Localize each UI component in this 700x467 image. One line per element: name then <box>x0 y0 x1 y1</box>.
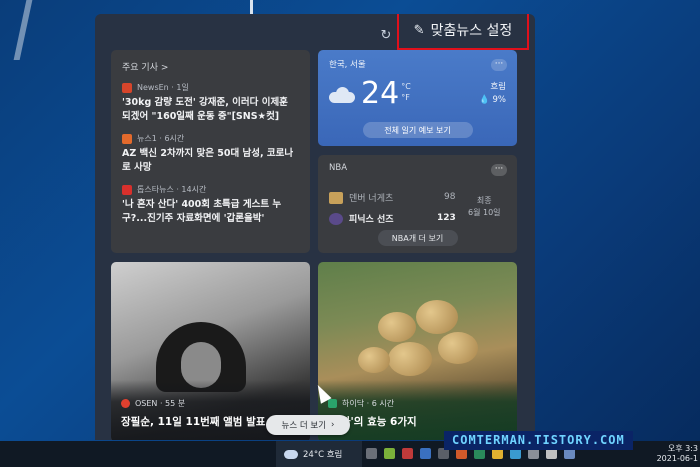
news1-logo-icon <box>122 133 132 144</box>
photo-news-title: '감자'의 효능 6가지 <box>328 416 417 428</box>
tray-icon[interactable] <box>366 448 377 459</box>
potato-image <box>388 342 432 376</box>
tray-icon[interactable] <box>402 448 413 459</box>
team-score: 98 <box>444 192 456 202</box>
top-stories-heading[interactable]: 주요 기사 > <box>122 60 299 73</box>
potato-image <box>438 332 478 364</box>
cloud-icon <box>329 87 355 103</box>
news-interests-panel: ↻ ✎ 맞춤뉴스 설정 주요 기사 > NewsEn · 1일 '30kg 감량… <box>95 14 535 440</box>
weather-card[interactable]: 한국, 서울 ··· 24 °C °F 흐림 💧 9% 전체 일기 예보 보기 <box>318 50 517 146</box>
nuggets-logo-icon <box>329 191 343 204</box>
potato-image <box>378 312 416 342</box>
unit-fahrenheit[interactable]: °F <box>401 92 411 103</box>
weather-location: 한국, 서울 <box>329 60 366 70</box>
team-row: 덴버 너게츠 <box>329 191 393 204</box>
photo-news-card[interactable]: OSEN · 55 분 장필순, 11일 11번째 앨범 발표 [공식] <box>111 262 310 440</box>
game-status-final: 최종 <box>476 196 492 205</box>
game-date: 6월 10일 <box>468 208 501 217</box>
pencil-icon: ✎ <box>413 22 425 38</box>
cloud-icon <box>284 449 298 459</box>
potato-image <box>358 347 390 373</box>
news-source: 뉴스1 · 6시간 <box>137 134 185 143</box>
news-source: 톱스타뉴스 · 14시간 <box>137 185 207 194</box>
news-headline: '나 혼자 산다' 400회 초특급 게스트 누구?...진기주 자료화면에 '… <box>122 199 282 224</box>
weather-temperature: 24 <box>361 76 400 111</box>
personalize-news-settings-button[interactable]: ✎ 맞춤뉴스 설정 <box>397 14 529 50</box>
tray-icon[interactable] <box>420 448 431 459</box>
team-score: 123 <box>437 213 456 223</box>
top-stories-card: 주요 기사 > NewsEn · 1일 '30kg 감량 도전' 강재준, 이러… <box>111 50 310 253</box>
more-news-label: 뉴스 더 보기 <box>281 421 327 431</box>
potato-image <box>416 300 458 334</box>
newsen-logo-icon <box>122 82 132 93</box>
taskbar-clock[interactable]: 오후 3:3 2021-06-1 <box>657 444 698 464</box>
more-options-icon[interactable]: ··· <box>491 164 507 176</box>
suns-logo-icon <box>329 212 343 225</box>
chevron-right-icon: › <box>331 420 335 430</box>
nvidia-icon[interactable] <box>384 448 395 459</box>
photo-news-card[interactable]: 하이닥 · 6 시간 '감자'의 효능 6가지 <box>318 262 517 440</box>
refresh-icon[interactable]: ↻ <box>378 28 394 44</box>
full-forecast-button[interactable]: 전체 일기 예보 보기 <box>362 122 473 138</box>
news-headline: AZ 백신 2차까지 맞은 50대 남성, 코로나로 사망 <box>122 148 294 173</box>
news-item[interactable]: NewsEn · 1일 '30kg 감량 도전' 강재준, 이러다 이제훈 되겠… <box>122 82 299 124</box>
nba-scores-card[interactable]: NBA ··· 덴버 너게츠 98 피닉스 선즈 123 최종 6월 10일 N… <box>318 155 517 253</box>
news-headline: '30kg 감량 도전' 강재준, 이러다 이제훈 되겠어 "160일째 운동 … <box>122 97 288 122</box>
desktop-light-streak <box>13 0 33 60</box>
clock-date: 2021-06-1 <box>656 454 698 463</box>
news-item[interactable]: 뉴스1 · 6시간 AZ 백신 2차까지 맞은 50대 남성, 코로나로 사망 <box>122 133 299 175</box>
news-item[interactable]: 톱스타뉴스 · 14시간 '나 혼자 산다' 400회 초특급 게스트 누구?.… <box>122 184 299 226</box>
game-status: 최종 6월 10일 <box>468 195 501 219</box>
clock-time: 오후 3:3 <box>667 444 698 453</box>
nba-title: NBA <box>329 163 348 173</box>
news-source: NewsEn · 1일 <box>137 83 189 92</box>
team-row: 피닉스 선즈 <box>329 212 394 225</box>
more-nba-button[interactable]: NBA개 더 보기 <box>377 230 458 246</box>
settings-label: 맞춤뉴스 설정 <box>430 23 513 39</box>
photo-news-source: OSEN · 55 분 <box>135 399 186 408</box>
osen-logo-icon <box>121 399 130 408</box>
unit-celsius[interactable]: °C <box>401 81 411 92</box>
more-news-button[interactable]: 뉴스 더 보기 › <box>266 415 350 435</box>
hidoc-logo-icon <box>328 399 337 408</box>
weather-condition: 흐림 <box>490 82 506 92</box>
more-options-icon[interactable]: ··· <box>491 59 507 71</box>
taskbar-weather-button[interactable]: 24°C 흐림 <box>276 441 362 467</box>
team-name: 덴버 너게츠 <box>349 194 394 204</box>
weather-precipitation: 💧 9% <box>479 95 506 105</box>
topstarnews-logo-icon <box>122 184 132 195</box>
watermark-text: COMTERMAN.TISTORY.COM <box>444 431 633 450</box>
taskbar-weather-text: 24°C 흐림 <box>303 450 343 460</box>
team-name: 피닉스 선즈 <box>349 215 394 225</box>
photo-news-source: 하이닥 · 6 시간 <box>342 399 395 408</box>
